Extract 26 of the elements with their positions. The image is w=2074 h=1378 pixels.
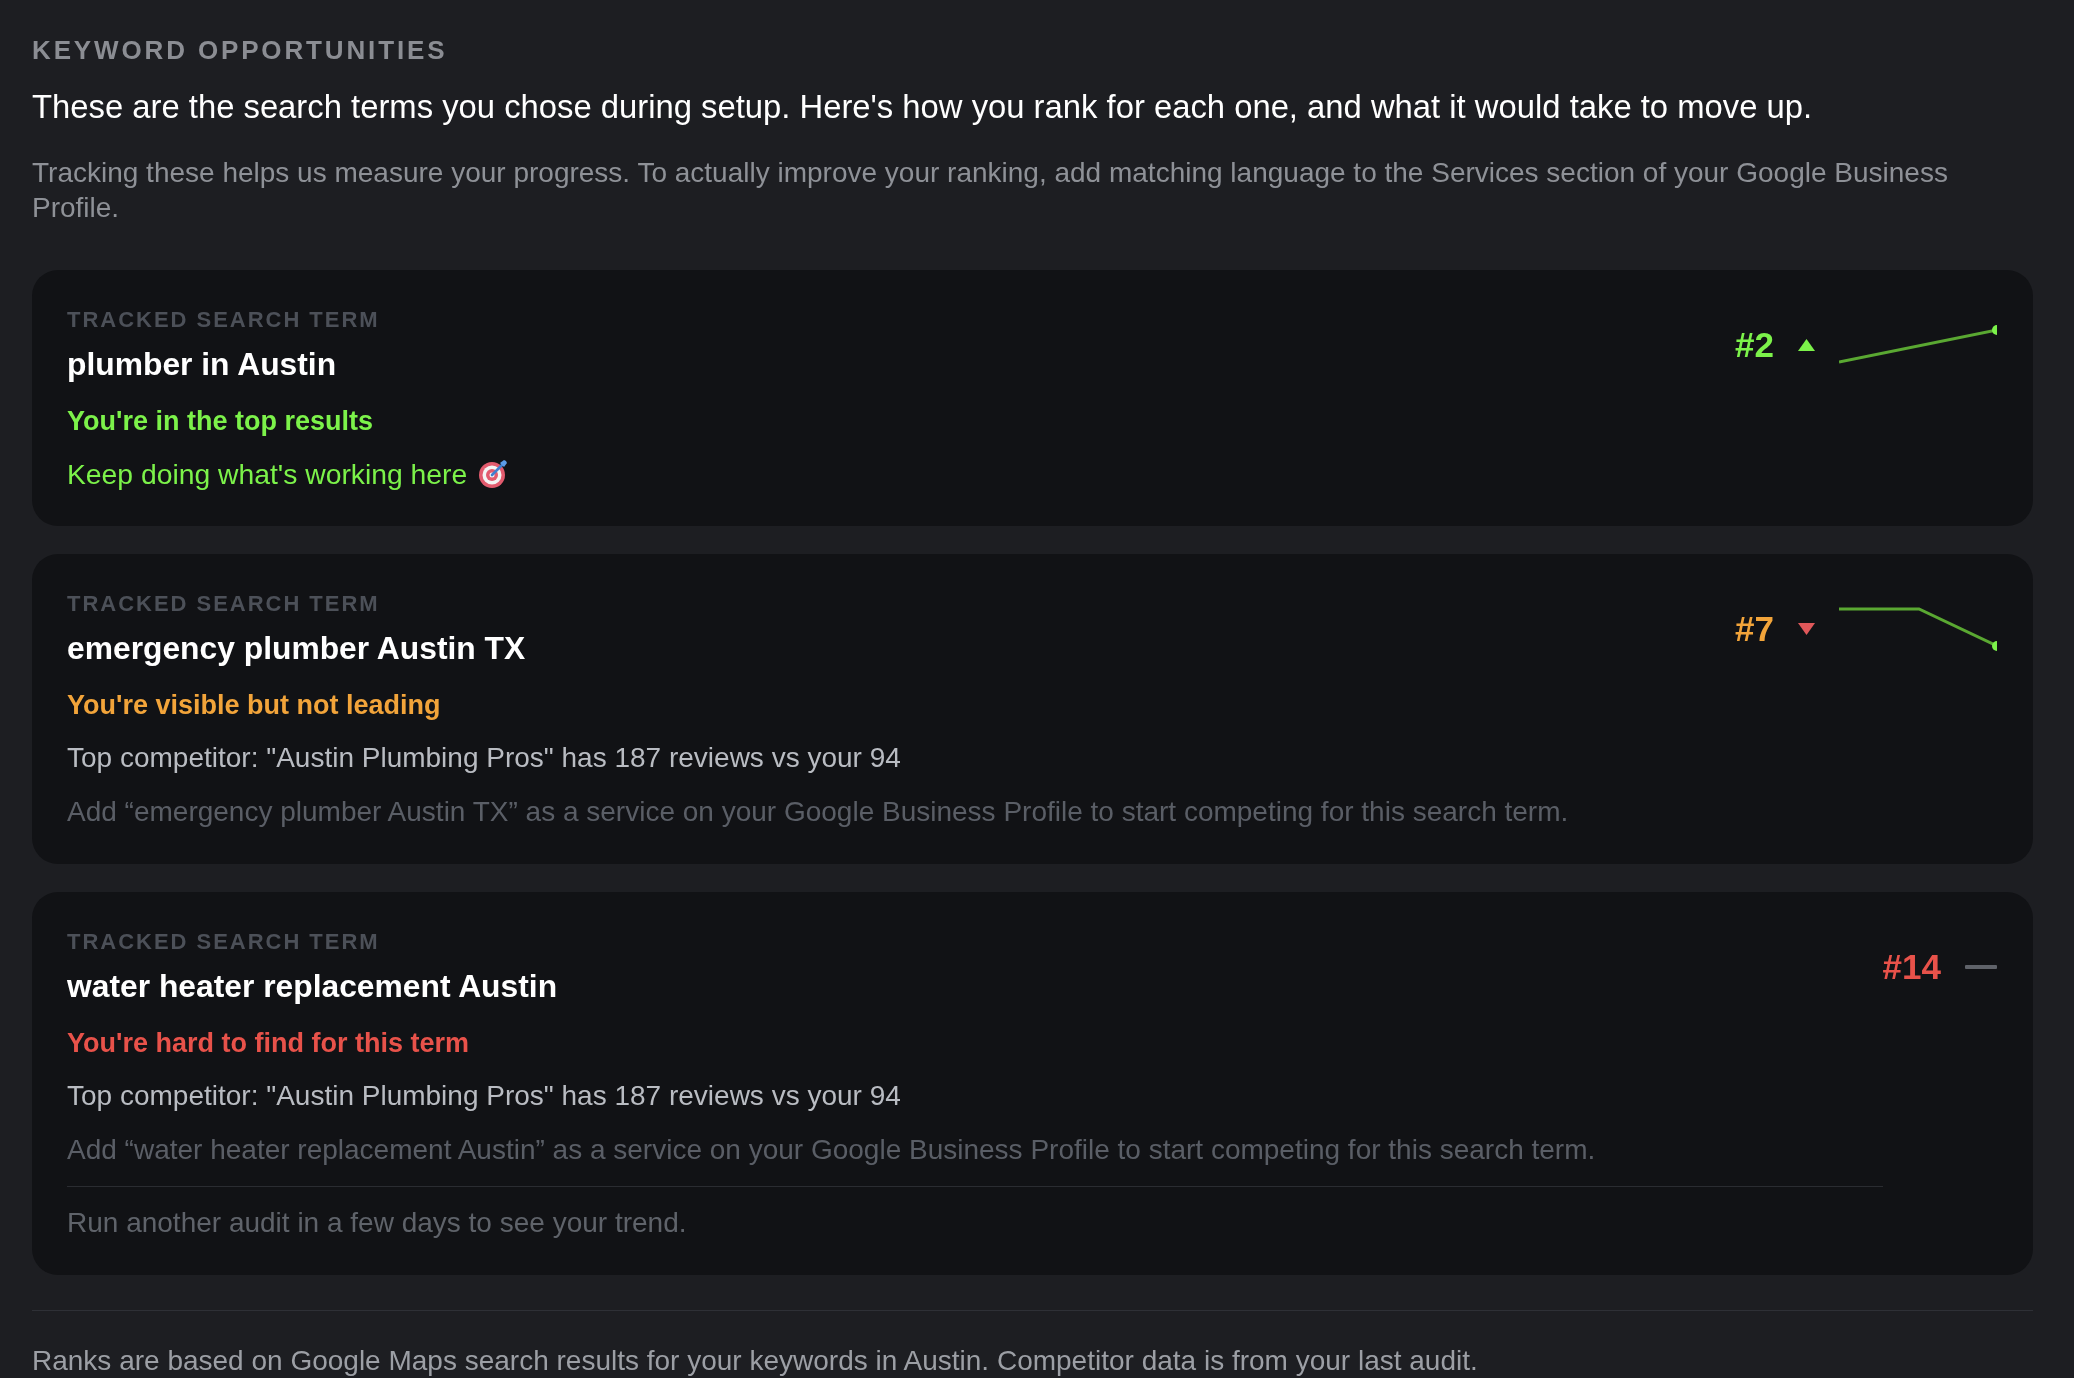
trend-down-icon [1798,623,1815,635]
suggestion-text: Add “emergency plumber Austin TX” as a service on your Google Business Profile to start competing for this search term. [67,795,1570,829]
rank-number: #2 [1735,325,1774,365]
intro-text: These are the search terms you chose during setup. Here's how you rank for each one, and what it would take to move up. [32,87,1814,127]
description-text: Tracking these helps us measure your progress. To actually improve your ranking, add matching language to the Services section of your Google Business Profile. [32,156,1949,225]
rank-number: #7 [1735,609,1774,649]
search-term: emergency plumber Austin TX [67,629,527,667]
search-term: plumber in Austin [67,345,338,383]
rank-number: #14 [1882,947,1941,987]
suggestion-text: Add “water heater replacement Austin” as a service on your Google Business Profile to start competing for this search term. [67,1133,1597,1167]
search-term: water heater replacement Austin [67,967,559,1005]
status-text: You're visible but not leading [67,689,442,721]
status-text: You're hard to find for this term [67,1027,470,1059]
dash-icon [1965,965,1997,969]
card-label: TRACKED SEARCH TERM [67,929,381,955]
card-label: TRACKED SEARCH TERM [67,591,381,617]
card-label: TRACKED SEARCH TERM [67,307,381,333]
competitor-text: Top competitor: "Austin Plumbing Pros" has 187 reviews vs your 94 [67,1079,902,1113]
footnote-text: Run another audit in a few days to see your trend. [67,1186,1883,1240]
footer-text: Ranks are based on Google Maps search results for your keywords in Austin. Competitor data is from your last audit. [32,1345,1479,1377]
target-icon [479,460,508,488]
trend-up-icon [1798,339,1815,351]
competitor-text: Top competitor: "Austin Plumbing Pros" has 187 reviews vs your 94 [67,741,902,775]
section-title: KEYWORD OPPORTUNITIES [32,35,449,65]
status-text: You're in the top results [67,405,374,437]
tip-text: Keep doing what's working here [67,457,468,491]
